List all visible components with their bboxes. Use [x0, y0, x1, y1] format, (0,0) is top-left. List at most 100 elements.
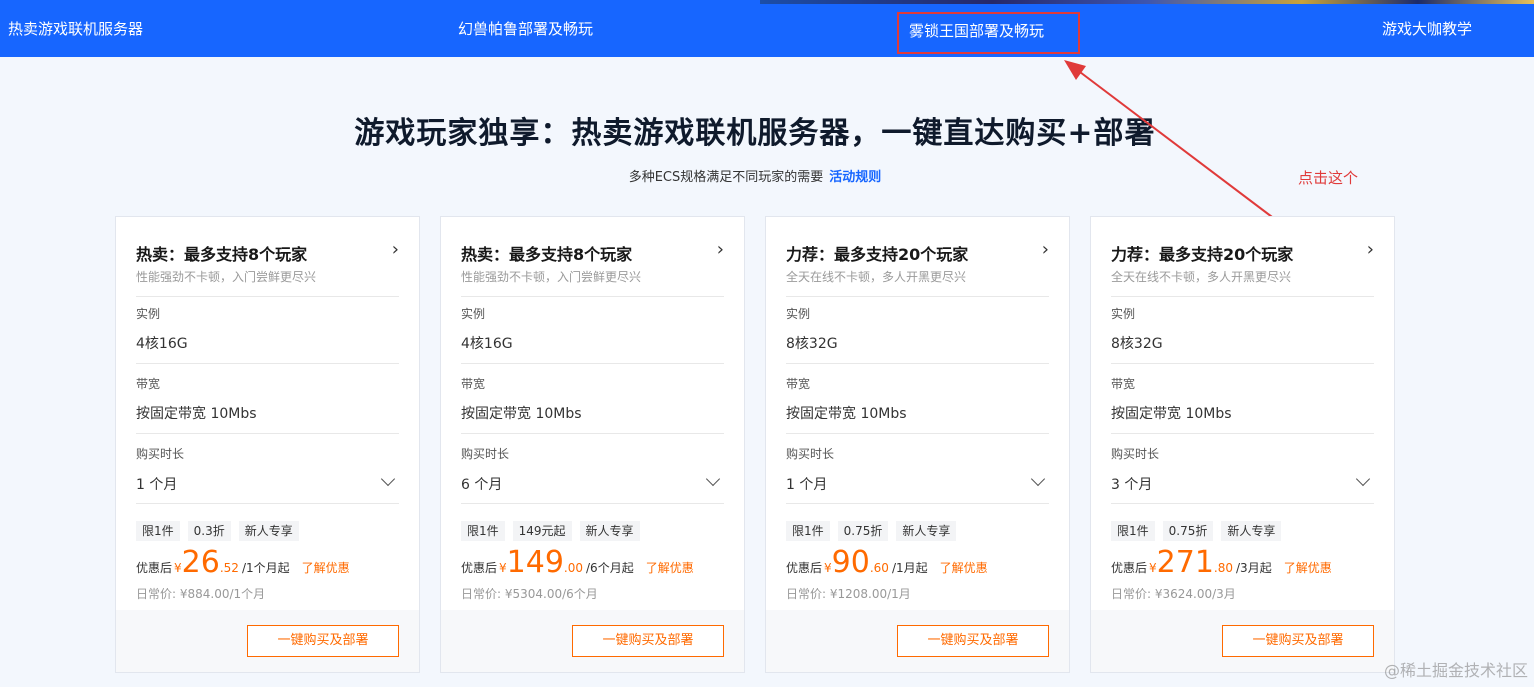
tag-list: 限1件 0.75折 新人专享 — [1111, 521, 1282, 541]
divider — [1111, 296, 1374, 297]
page-subtitle: 多种ECS规格满足不同玩家的需要 活动规则 — [0, 166, 1510, 185]
bandwidth-label: 带宽 — [461, 377, 486, 391]
chevron-down-icon — [1355, 471, 1371, 487]
tag: 限1件 — [1111, 521, 1155, 541]
price-row: 优惠后 ¥90.60/1月起 了解优惠 — [786, 543, 988, 583]
nav-item-hot-servers[interactable]: 热卖游戏联机服务器 — [8, 19, 143, 39]
tag-list: 限1件 0.3折 新人专享 — [136, 521, 299, 541]
divider — [136, 503, 399, 504]
bandwidth-value: 按固定带宽 10Mbs — [461, 406, 582, 422]
price-row: 优惠后 ¥26.52/1个月起 了解优惠 — [136, 543, 350, 583]
nav-item-palworld[interactable]: 幻兽帕鲁部署及畅玩 — [458, 19, 593, 39]
chevron-right-icon[interactable]: › — [392, 239, 399, 260]
card-description: 全天在线不卡顿，多人开黑更尽兴 — [786, 270, 967, 284]
card-footer: 一键购买及部署 — [1091, 610, 1394, 672]
divider — [136, 363, 399, 364]
tag: 限1件 — [461, 521, 505, 541]
price-row: 优惠后 ¥271.80/3月起 了解优惠 — [1111, 543, 1332, 583]
nav-item-enshrouded[interactable]: 雾锁王国部署及畅玩 — [897, 12, 1080, 54]
buy-deploy-button[interactable]: 一键购买及部署 — [572, 625, 724, 657]
price-integer: 26 — [181, 545, 220, 580]
chevron-right-icon[interactable]: › — [1042, 239, 1049, 260]
card-description: 性能强劲不卡顿，入门尝鲜更尽兴 — [136, 270, 317, 284]
chevron-down-icon — [1030, 471, 1046, 487]
instance-label: 实例 — [461, 307, 486, 321]
bandwidth-value: 按固定带宽 10Mbs — [1111, 406, 1232, 422]
duration-select[interactable]: 6 个月 — [461, 470, 724, 496]
learn-discount-link[interactable]: 了解优惠 — [302, 559, 350, 576]
bandwidth-value: 按固定带宽 10Mbs — [786, 406, 907, 422]
divider — [786, 433, 1049, 434]
arrow-head — [1064, 60, 1086, 80]
bandwidth-label: 带宽 — [1111, 377, 1136, 391]
duration-select[interactable]: 1 个月 — [136, 470, 399, 496]
duration-select[interactable]: 1 个月 — [786, 470, 1049, 496]
price-unit: /1月起 — [891, 561, 928, 575]
top-nav: 热卖游戏联机服务器 幻兽帕鲁部署及畅玩 雾锁王国部署及畅玩 游戏大咖教学 — [0, 0, 1534, 57]
bandwidth-value: 按固定带宽 10Mbs — [136, 406, 257, 422]
normal-price: 日常价: ¥884.00/1个月 — [136, 587, 266, 601]
tag-list: 限1件 149元起 新人专享 — [461, 521, 640, 541]
duration-label: 购买时长 — [461, 447, 510, 461]
currency-symbol: ¥ — [1149, 561, 1157, 575]
learn-discount-link[interactable]: 了解优惠 — [1284, 559, 1332, 576]
product-card: 热卖：最多支持8个玩家 › 性能强劲不卡顿，入门尝鲜更尽兴 实例 4核16G 带… — [440, 216, 745, 673]
tag: 新人专享 — [896, 521, 957, 541]
price-integer: 90 — [831, 545, 870, 580]
rules-link[interactable]: 活动规则 — [829, 170, 881, 185]
duration-label: 购买时长 — [1111, 447, 1160, 461]
divider — [461, 296, 724, 297]
duration-label: 购买时长 — [136, 447, 185, 461]
card-description: 全天在线不卡顿，多人开黑更尽兴 — [1111, 270, 1292, 284]
price-decimal: .00 — [563, 561, 584, 575]
card-title: 热卖：最多支持8个玩家 — [136, 245, 308, 264]
tag: 新人专享 — [238, 521, 299, 541]
subtitle-text: 多种ECS规格满足不同玩家的需要 — [628, 170, 824, 185]
buy-deploy-button[interactable]: 一键购买及部署 — [247, 625, 399, 657]
divider — [786, 503, 1049, 504]
instance-value: 4核16G — [136, 336, 188, 352]
learn-discount-link[interactable]: 了解优惠 — [940, 559, 988, 576]
divider — [786, 296, 1049, 297]
divider — [136, 433, 399, 434]
buy-deploy-button[interactable]: 一键购买及部署 — [897, 625, 1049, 657]
chevron-down-icon — [705, 471, 721, 487]
tag: 0.75折 — [1162, 521, 1214, 541]
divider — [1111, 363, 1374, 364]
after-discount-label: 优惠后 — [136, 561, 173, 575]
tag-list: 限1件 0.75折 新人专享 — [786, 521, 957, 541]
tag: 0.75折 — [837, 521, 889, 541]
annotation-text: 点击这个 — [1298, 169, 1359, 187]
divider — [461, 433, 724, 434]
learn-discount-link[interactable]: 了解优惠 — [646, 559, 694, 576]
bandwidth-label: 带宽 — [786, 377, 811, 391]
buy-deploy-button[interactable]: 一键购买及部署 — [1222, 625, 1374, 657]
tag: 限1件 — [786, 521, 830, 541]
instance-label: 实例 — [136, 307, 161, 321]
chevron-right-icon[interactable]: › — [1367, 239, 1374, 260]
price-integer: 149 — [506, 545, 564, 580]
currency-symbol: ¥ — [824, 561, 832, 575]
divider — [1111, 433, 1374, 434]
duration-value: 1 个月 — [786, 477, 828, 493]
card-title: 力荐：最多支持20个玩家 — [786, 245, 969, 264]
nav-item-tutorials[interactable]: 游戏大咖教学 — [1382, 19, 1472, 39]
currency-symbol: ¥ — [174, 561, 182, 575]
price-unit: /1个月起 — [241, 561, 290, 575]
normal-price: 日常价: ¥3624.00/3月 — [1111, 587, 1236, 601]
duration-select[interactable]: 3 个月 — [1111, 470, 1374, 496]
currency-symbol: ¥ — [499, 561, 507, 575]
card-description: 性能强劲不卡顿，入门尝鲜更尽兴 — [461, 270, 642, 284]
tag: 149元起 — [512, 521, 572, 541]
normal-price: 日常价: ¥5304.00/6个月 — [461, 587, 598, 601]
chevron-right-icon[interactable]: › — [717, 239, 724, 260]
instance-label: 实例 — [786, 307, 811, 321]
divider — [461, 363, 724, 364]
divider — [786, 363, 1049, 364]
price-row: 优惠后 ¥149.00/6个月起 了解优惠 — [461, 543, 694, 583]
card-footer: 一键购买及部署 — [766, 610, 1069, 672]
tag: 限1件 — [136, 521, 180, 541]
price-decimal: .52 — [219, 561, 239, 575]
price-unit: /3月起 — [1236, 561, 1272, 575]
normal-price: 日常价: ¥1208.00/1月 — [786, 587, 911, 601]
